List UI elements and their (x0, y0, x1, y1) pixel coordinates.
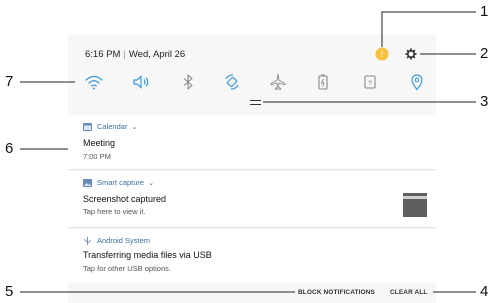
callout-4: 4 (480, 283, 489, 300)
callout-7: 7 (5, 73, 14, 90)
callout-1: 1 (480, 3, 489, 20)
callout-lines (20, 11, 476, 293)
callout-5: 5 (5, 283, 14, 300)
callout-2: 2 (480, 45, 489, 62)
callout-6: 6 (5, 140, 14, 157)
callout-3: 3 (480, 93, 489, 110)
